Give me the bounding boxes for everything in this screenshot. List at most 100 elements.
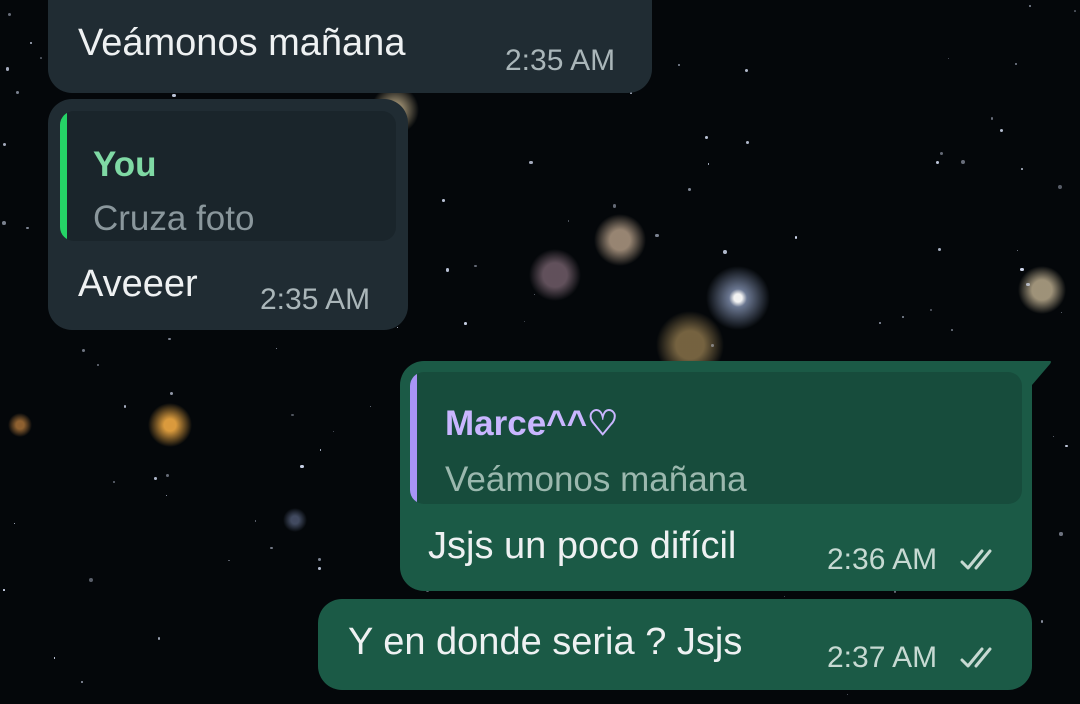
star — [902, 315, 905, 318]
star — [40, 57, 42, 59]
message-text: Y en donde seria ? Jsjs — [348, 621, 743, 663]
star — [317, 566, 321, 570]
star — [1065, 444, 1068, 448]
star — [169, 392, 173, 396]
outgoing-reply-bubble[interactable]: Marce^^♡ Veámonos mañana Jsjs un poco di… — [400, 361, 1032, 591]
star — [3, 589, 5, 591]
star — [940, 151, 944, 155]
star — [89, 578, 94, 583]
star — [112, 481, 115, 484]
message-time: 2:35 AM — [260, 283, 371, 316]
star — [1029, 4, 1031, 7]
star — [29, 42, 32, 45]
star — [291, 413, 294, 416]
star — [1020, 267, 1024, 272]
star — [929, 308, 932, 312]
star — [254, 520, 257, 522]
star — [15, 90, 19, 95]
star — [97, 363, 100, 366]
star — [270, 546, 273, 550]
message-text: Aveeer — [78, 263, 198, 305]
star — [678, 64, 681, 67]
star — [783, 595, 786, 598]
star — [13, 522, 16, 524]
star — [333, 430, 335, 432]
star — [655, 233, 660, 238]
star — [795, 236, 798, 239]
star — [123, 405, 126, 408]
star — [1058, 185, 1063, 190]
star — [612, 204, 617, 208]
message-text: Jsjs un poco difícil — [428, 525, 737, 567]
star — [3, 142, 7, 146]
star — [847, 693, 849, 696]
star — [1020, 168, 1023, 170]
star — [445, 268, 450, 273]
message-time: 2:37 AM — [827, 641, 938, 674]
star — [723, 250, 727, 254]
star — [687, 187, 691, 191]
star — [879, 322, 881, 324]
star — [81, 680, 84, 684]
star — [990, 117, 993, 120]
double-check-icon — [960, 549, 992, 570]
star — [370, 405, 372, 407]
quote-text: Cruza foto — [93, 199, 255, 238]
quote-accent-bar — [410, 372, 417, 504]
message-text: Veámonos mañana — [78, 22, 406, 64]
star — [567, 220, 570, 223]
star — [948, 58, 950, 60]
star — [474, 264, 477, 268]
star — [8, 12, 12, 16]
star — [707, 162, 710, 165]
star — [1026, 282, 1030, 287]
quoted-message[interactable]: Marce^^♡ Veámonos mañana — [410, 372, 1022, 504]
star — [938, 248, 942, 252]
incoming-reply-bubble[interactable]: You Cruza foto Aveeer 2:35 AM — [48, 99, 408, 330]
quoted-message[interactable]: You Cruza foto — [60, 111, 396, 241]
star — [951, 329, 954, 332]
star — [529, 160, 533, 165]
star — [1, 221, 6, 225]
star — [228, 559, 230, 562]
message-time: 2:36 AM — [827, 543, 938, 576]
star — [1040, 620, 1043, 623]
star — [82, 348, 86, 352]
star — [53, 657, 56, 659]
quote-accent-bar — [60, 111, 67, 241]
star — [300, 464, 304, 469]
star — [1074, 9, 1077, 12]
star — [168, 338, 171, 341]
quote-author: Marce^^♡ — [445, 404, 619, 443]
quote-text: Veámonos mañana — [445, 460, 747, 499]
star — [165, 473, 169, 477]
star — [711, 343, 714, 347]
star — [999, 129, 1003, 133]
star — [5, 67, 10, 71]
quote-author: You — [93, 145, 157, 184]
star — [154, 477, 158, 480]
double-check-icon — [960, 647, 992, 668]
star — [166, 494, 168, 496]
star — [276, 347, 278, 349]
message-time: 2:35 AM — [505, 44, 616, 77]
star — [25, 226, 29, 230]
star — [1052, 435, 1054, 437]
star — [1060, 311, 1063, 314]
star — [397, 326, 399, 328]
star — [172, 93, 176, 97]
outgoing-message-bubble[interactable]: Y en donde seria ? Jsjs 2:37 AM — [318, 599, 1032, 690]
star — [1014, 62, 1018, 66]
star — [935, 160, 939, 164]
star — [534, 293, 536, 295]
star — [319, 449, 321, 451]
star — [1059, 532, 1063, 536]
star — [961, 160, 966, 165]
incoming-message-bubble[interactable]: Veámonos mañana 2:35 AM — [48, 0, 652, 93]
star — [318, 557, 322, 561]
star — [1016, 249, 1019, 252]
star — [524, 320, 526, 322]
star — [464, 322, 468, 326]
star — [745, 68, 749, 72]
star — [442, 199, 445, 202]
